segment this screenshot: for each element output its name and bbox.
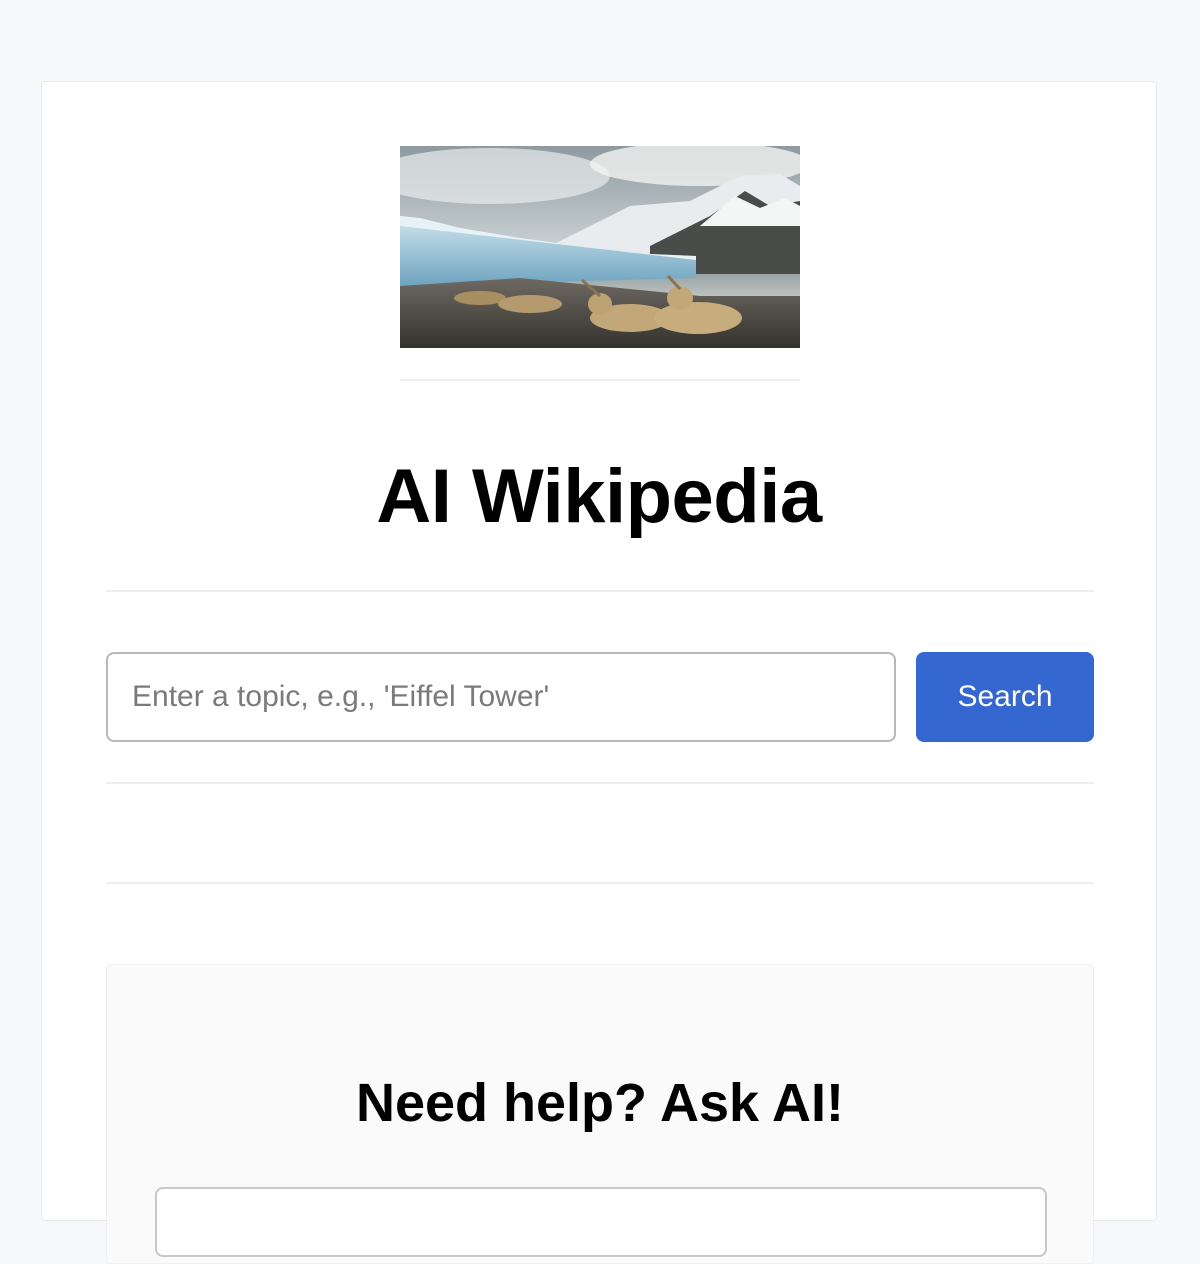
results-divider: [106, 882, 1094, 884]
search-divider: [106, 782, 1094, 784]
ask-ai-input[interactable]: [155, 1187, 1047, 1257]
ask-ai-panel: Need help? Ask AI!: [106, 964, 1094, 1264]
search-button[interactable]: Search: [916, 652, 1094, 742]
ask-ai-title: Need help? Ask AI!: [355, 1073, 845, 1133]
page-title: AI Wikipedia: [376, 454, 822, 539]
banner-image: [400, 146, 800, 348]
banner-divider: [400, 379, 800, 381]
title-divider: [106, 590, 1094, 592]
main-card: AI Wikipedia Search Need help? Ask AI!: [41, 81, 1157, 1264]
search-input[interactable]: [106, 652, 896, 742]
